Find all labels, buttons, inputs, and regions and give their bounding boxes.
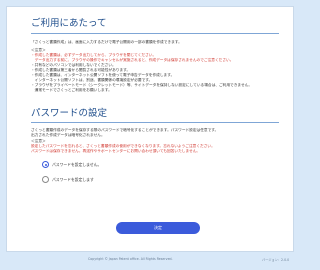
password-divider	[31, 122, 279, 123]
radio-no-password[interactable]: パスワードを設定しません。	[42, 161, 101, 168]
intro-note-line: 通常モードでさくっとご利用をお願いします。	[31, 88, 112, 92]
intro-divider	[31, 33, 279, 34]
radio-unselected-icon	[42, 176, 49, 183]
copyright-text: Copyright © Japan Patent office. All Rig…	[88, 257, 173, 261]
radio-set-password-label: パスワードを設定します	[52, 176, 94, 182]
radio-set-password[interactable]: パスワードを設定します	[42, 176, 94, 183]
radio-no-password-label: パスワードを設定しません。	[52, 161, 102, 167]
password-title: パスワードの設定	[31, 108, 108, 119]
intro-lead: 「さくっと書類作成」は、画面に入力するだけで電子公開用の一部の書類を作成できます…	[31, 40, 182, 44]
password-warning-line: パスワードは保存できません。再送作やサポートセンターにお問い合わせ頂いても回答い…	[31, 149, 201, 153]
password-desc-line: 出力された作成データは暗号化されません。	[31, 133, 105, 137]
main-card: ご利用にあたって 「さくっと書類作成」は、画面に入力するだけで電子公開用の一部の…	[6, 6, 294, 252]
version-text: バージョン：2.0.0	[262, 258, 290, 262]
intro-title: ご利用にあたって	[31, 18, 107, 29]
decide-button[interactable]: 決定	[116, 222, 200, 234]
radio-selected-icon	[42, 161, 49, 168]
